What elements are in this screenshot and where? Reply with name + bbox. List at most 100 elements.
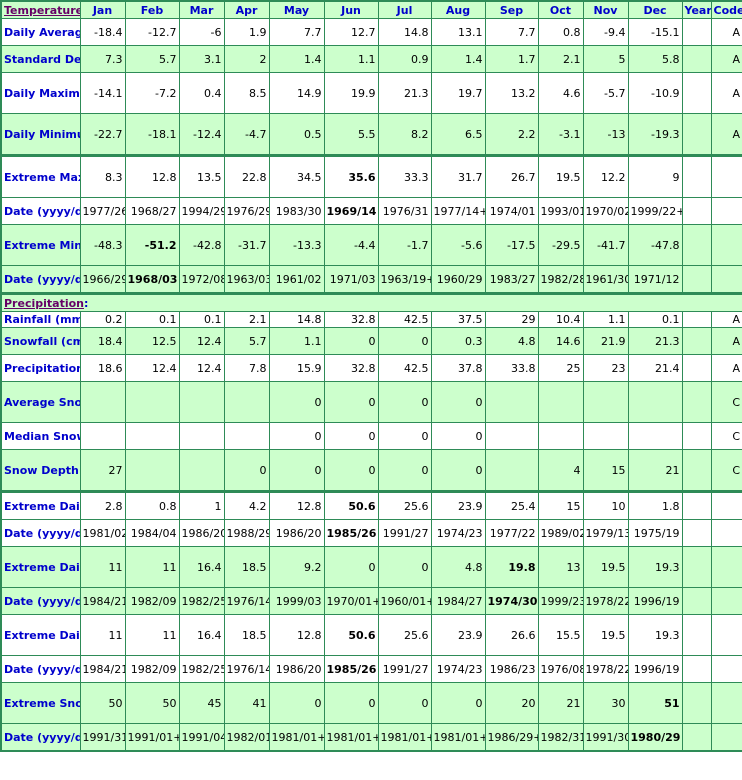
value-cell: 15 bbox=[582, 449, 629, 492]
table-row: Median Snow Depth (cm)0000C bbox=[0, 422, 742, 450]
row-label: Date (yyyy/dd) bbox=[0, 587, 81, 615]
year-cell bbox=[681, 265, 712, 294]
value-cell: -18.1 bbox=[124, 113, 180, 156]
precipitation-link[interactable]: Precipitation bbox=[4, 297, 84, 310]
value-cell: 12.7 bbox=[323, 18, 379, 46]
value-cell: -4.7 bbox=[223, 113, 270, 156]
value-cell: 7.7 bbox=[484, 18, 539, 46]
year-cell bbox=[681, 519, 712, 547]
value-cell: 0.8 bbox=[124, 490, 180, 520]
value-cell: 4.8 bbox=[430, 546, 486, 588]
value-cell: 19.5 bbox=[582, 546, 629, 588]
row-label: Extreme Snow Depth (cm) bbox=[0, 682, 81, 724]
value-cell: 0 bbox=[430, 381, 486, 423]
value-cell: 1.1 bbox=[323, 45, 379, 73]
value-cell: 0.4 bbox=[178, 72, 225, 114]
value-cell: 26.6 bbox=[484, 614, 539, 656]
value-cell: 1986/29+ bbox=[484, 723, 539, 752]
value-cell: 0.1 bbox=[627, 311, 683, 328]
value-cell: 10 bbox=[582, 490, 629, 520]
value-cell: 1.7 bbox=[484, 45, 539, 73]
value-cell: 1991/27 bbox=[377, 519, 432, 547]
value-cell: 37.5 bbox=[430, 311, 486, 328]
year-cell bbox=[681, 546, 712, 588]
value-cell: 0 bbox=[430, 682, 486, 724]
year-cell bbox=[681, 311, 712, 328]
value-cell: 7.3 bbox=[79, 45, 126, 73]
value-cell: 1966/29 bbox=[79, 265, 126, 294]
code-cell bbox=[710, 655, 742, 683]
value-cell: 10.4 bbox=[537, 311, 584, 328]
value-cell: -15.1 bbox=[627, 18, 683, 46]
value-cell: 41 bbox=[223, 682, 270, 724]
value-cell: 1981/01+ bbox=[430, 723, 486, 752]
value-cell: 2.1 bbox=[537, 45, 584, 73]
value-cell: 42.5 bbox=[377, 311, 432, 328]
value-cell: 5.8 bbox=[627, 45, 683, 73]
value-cell: 5.7 bbox=[124, 45, 180, 73]
value-cell: 1994/29 bbox=[178, 197, 225, 225]
value-cell: 11 bbox=[79, 546, 126, 588]
value-cell: 0 bbox=[223, 449, 270, 492]
col-header-oct: Oct bbox=[537, 0, 584, 19]
value-cell: -51.2 bbox=[124, 224, 180, 266]
value-cell: 1984/21 bbox=[79, 587, 126, 615]
value-cell bbox=[627, 381, 683, 423]
value-cell bbox=[484, 422, 539, 450]
value-cell: -31.7 bbox=[223, 224, 270, 266]
value-cell: 0 bbox=[323, 546, 379, 588]
value-cell bbox=[124, 422, 180, 450]
value-cell bbox=[223, 422, 270, 450]
value-cell: 12.4 bbox=[178, 354, 225, 382]
value-cell: 1991/04 bbox=[178, 723, 225, 752]
value-cell: 0 bbox=[323, 381, 379, 423]
value-cell: 1986/20 bbox=[268, 655, 325, 683]
value-cell: 33.8 bbox=[484, 354, 539, 382]
value-cell: 0 bbox=[323, 422, 379, 450]
value-cell: 1986/20 bbox=[178, 519, 225, 547]
table-row: Extreme Maximum (°C)8.312.813.522.834.53… bbox=[0, 154, 742, 198]
value-cell: 15.9 bbox=[268, 354, 325, 382]
value-cell: 35.6 bbox=[323, 154, 379, 198]
value-cell: 23 bbox=[582, 354, 629, 382]
value-cell: 14.8 bbox=[268, 311, 325, 328]
value-cell: -19.3 bbox=[627, 113, 683, 156]
table-row: Snowfall (cm)18.412.512.45.71.1000.34.81… bbox=[0, 327, 742, 355]
value-cell: 1979/13 bbox=[582, 519, 629, 547]
value-cell: 1972/08 bbox=[178, 265, 225, 294]
table-row: Date (yyyy/dd)1984/211982/091982/251976/… bbox=[0, 655, 742, 683]
value-cell: 21 bbox=[537, 682, 584, 724]
row-label: Date (yyyy/dd) bbox=[0, 197, 81, 225]
value-cell: 22.8 bbox=[223, 154, 270, 198]
row-label: Extreme Maximum (°C) bbox=[0, 154, 81, 198]
year-cell bbox=[681, 72, 712, 114]
table-row: Precipitation (mm)18.612.412.47.815.932.… bbox=[0, 354, 742, 382]
value-cell: 1976/08 bbox=[537, 655, 584, 683]
value-cell: 0 bbox=[430, 422, 486, 450]
code-cell bbox=[710, 682, 742, 724]
value-cell: 1989/02 bbox=[537, 519, 584, 547]
value-cell: 1991/31 bbox=[79, 723, 126, 752]
value-cell: 4.2 bbox=[223, 490, 270, 520]
value-cell: 5 bbox=[582, 45, 629, 73]
value-cell bbox=[484, 449, 539, 492]
value-cell: 12.8 bbox=[268, 614, 325, 656]
col-header-dec: Dec bbox=[627, 0, 683, 19]
value-cell: 14.6 bbox=[537, 327, 584, 355]
value-cell: 20 bbox=[484, 682, 539, 724]
code-cell: C bbox=[710, 449, 742, 492]
col-header-may: May bbox=[268, 0, 325, 19]
temperature-link[interactable]: Temperature bbox=[4, 4, 79, 17]
value-cell: 1960/01+ bbox=[377, 587, 432, 615]
code-cell: C bbox=[710, 422, 742, 450]
row-label: Average Snow Depth (cm) bbox=[0, 381, 81, 423]
year-cell bbox=[681, 45, 712, 73]
row-label: Precipitation (mm) bbox=[0, 354, 81, 382]
value-cell: 1975/19 bbox=[627, 519, 683, 547]
value-cell: 1976/31 bbox=[377, 197, 432, 225]
value-cell: 0 bbox=[377, 546, 432, 588]
year-cell bbox=[681, 18, 712, 46]
value-cell: 1982/31 bbox=[537, 723, 584, 752]
value-cell bbox=[178, 381, 225, 423]
table-row: Average Snow Depth (cm)0000C bbox=[0, 381, 742, 423]
